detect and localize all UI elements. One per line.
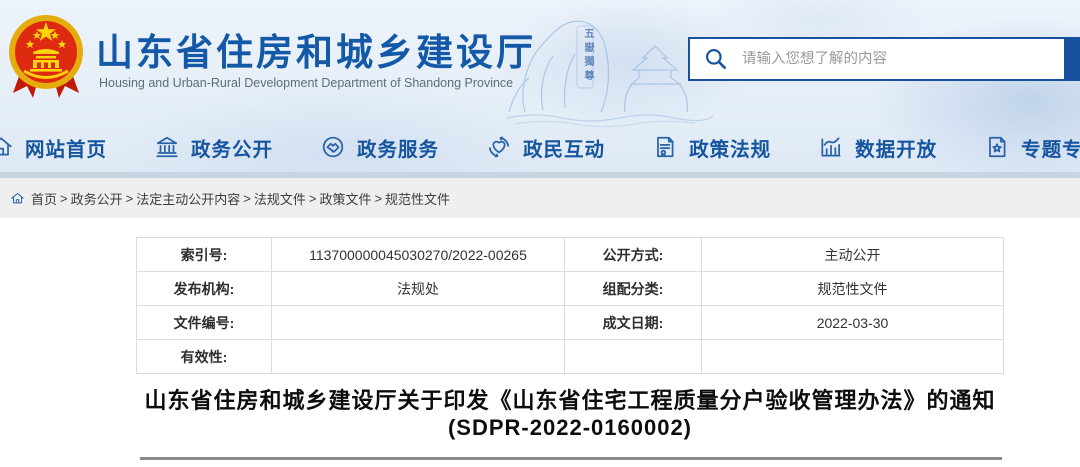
site-header: 山东省住房和城乡建设厅 Housing and Urban-Rural Deve… — [0, 0, 1080, 178]
table-row: 索引号: 113700000045030270/2022-00265 公开方式:… — [136, 237, 1004, 272]
table-row: 有效性: — [136, 339, 1004, 374]
meta-value-empty — [701, 339, 1004, 374]
heart-interaction-icon — [486, 134, 512, 160]
breadcrumb-separator: > — [243, 190, 251, 206]
nav-item-policies[interactable]: 政策法规 — [652, 133, 771, 162]
nav-item-gov-services[interactable]: 政务服务 — [320, 133, 439, 162]
breadcrumb-item-normative-files[interactable]: 规范性文件 — [385, 189, 450, 208]
table-row: 发布机构: 法规处 组配分类: 规范性文件 — [136, 271, 1004, 306]
search-input[interactable] — [742, 51, 1064, 67]
meta-label-empty — [564, 339, 702, 374]
breadcrumb-separator: > — [374, 190, 383, 206]
nav-label: 专题专栏 — [1021, 138, 1080, 161]
mountain-watermark — [506, 20, 714, 128]
policy-document-icon — [652, 134, 678, 160]
meta-value-issuing-agency: 法规处 — [271, 271, 565, 306]
nav-item-gov-disclosure[interactable]: 政务公开 — [154, 133, 273, 162]
document-title: 山东省住房和城乡建设厅关于印发《山东省住宅工程质量分户验收管理办法》的通知(SD… — [144, 388, 996, 440]
breadcrumb: 首页 > 政务公开 > 法定主动公开内容 > 法规文件 > 政策文件 > 规范性… — [0, 178, 1080, 218]
site-subtitle-en: Housing and Urban-Rural Development Depa… — [99, 76, 514, 90]
data-chart-icon — [818, 134, 844, 160]
breadcrumb-item-home[interactable]: 首页 — [31, 189, 57, 208]
breadcrumb-separator: > — [60, 190, 68, 206]
breadcrumb-item-regulation-files[interactable]: 法规文件 — [254, 189, 306, 208]
meta-label-validity: 有效性: — [136, 339, 272, 374]
meta-label-issue-date: 成文日期: — [564, 305, 702, 340]
nav-item-open-data[interactable]: 数据开放 — [818, 133, 937, 162]
meta-value-category: 规范性文件 — [701, 271, 1004, 306]
national-emblem-logo — [9, 15, 83, 98]
page: 山东省住房和城乡建设厅 Housing and Urban-Rural Deve… — [0, 0, 1080, 467]
special-topics-icon — [984, 134, 1010, 160]
nav-label: 政务公开 — [191, 138, 274, 161]
nav-item-public-interaction[interactable]: 政民互动 — [486, 133, 605, 162]
breadcrumb-separator: > — [125, 190, 134, 206]
nav-label: 政务服务 — [357, 138, 440, 161]
breadcrumb-item-policy-files[interactable]: 政策文件 — [319, 189, 371, 208]
site-title: 山东省住房和城乡建设厅 — [96, 32, 536, 73]
home-icon — [0, 134, 14, 160]
breadcrumb-item-gov-disclosure[interactable]: 政务公开 — [71, 189, 123, 208]
table-row: 文件编号: 成文日期: 2022-03-30 — [136, 305, 1004, 340]
search-icon — [690, 46, 742, 72]
breadcrumb-home-icon — [11, 192, 24, 203]
title-divider-rule — [140, 457, 1002, 460]
meta-label-disclosure-method: 公开方式: — [564, 237, 702, 272]
site-search — [688, 37, 1080, 81]
nav-label: 网站首页 — [25, 138, 108, 161]
breadcrumb-separator: > — [308, 190, 317, 206]
nav-label: 政民互动 — [523, 138, 606, 161]
nav-item-home[interactable]: 网站首页 — [0, 133, 107, 162]
government-building-icon — [154, 134, 180, 160]
nav-label: 数据开放 — [855, 138, 938, 161]
meta-label-issuing-agency: 发布机构: — [136, 271, 272, 306]
meta-value-issue-date: 2022-03-30 — [701, 305, 1004, 340]
meta-value-validity — [271, 339, 565, 374]
meta-value-document-no — [271, 305, 565, 340]
nav-item-special-topics[interactable]: 专题专栏 — [984, 133, 1080, 162]
breadcrumb-item-statutory-content[interactable]: 法定主动公开内容 — [136, 189, 240, 208]
watermark-seal-text: 五嶽獨尊 — [582, 28, 593, 84]
main-nav: 网站首页 政务公开 政务服务 政民互动 政策法规 数据开放 专题专 — [0, 124, 1080, 170]
search-button[interactable] — [1064, 39, 1078, 79]
meta-label-index-no: 索引号: — [136, 237, 272, 272]
meta-label-category: 组配分类: — [564, 271, 702, 306]
meta-label-document-no: 文件编号: — [136, 305, 272, 340]
document-meta-table: 索引号: 113700000045030270/2022-00265 公开方式:… — [136, 237, 1004, 374]
handshake-icon — [320, 134, 346, 160]
meta-value-index-no: 113700000045030270/2022-00265 — [271, 237, 565, 272]
meta-value-disclosure-method: 主动公开 — [701, 237, 1004, 272]
nav-label: 政策法规 — [689, 138, 772, 161]
